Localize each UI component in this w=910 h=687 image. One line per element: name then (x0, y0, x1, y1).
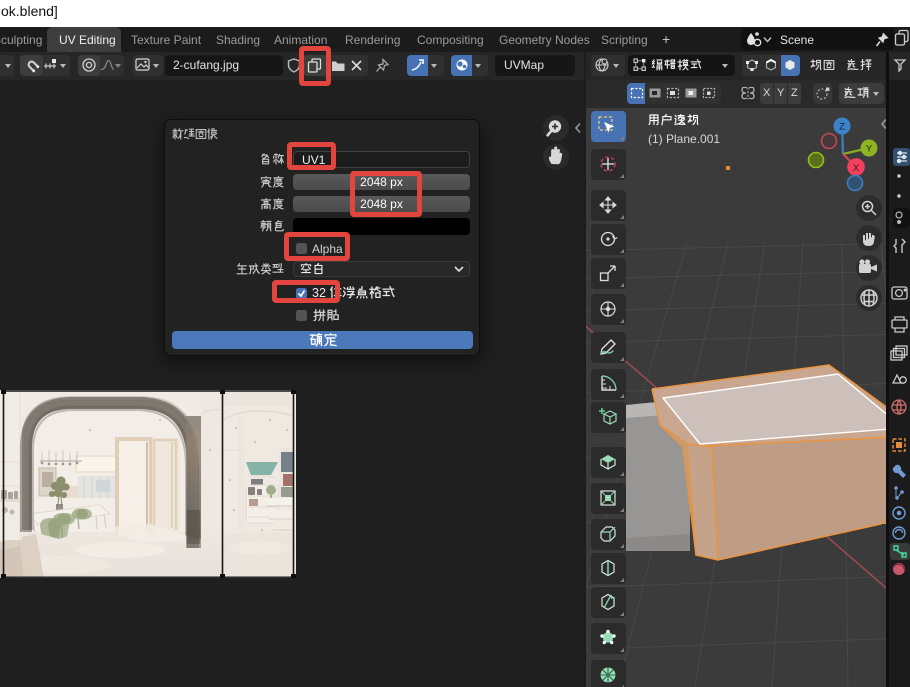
svg-text:Y: Y (866, 144, 873, 155)
svg-text:Z: Z (839, 122, 845, 133)
svg-text:X: X (853, 163, 860, 174)
